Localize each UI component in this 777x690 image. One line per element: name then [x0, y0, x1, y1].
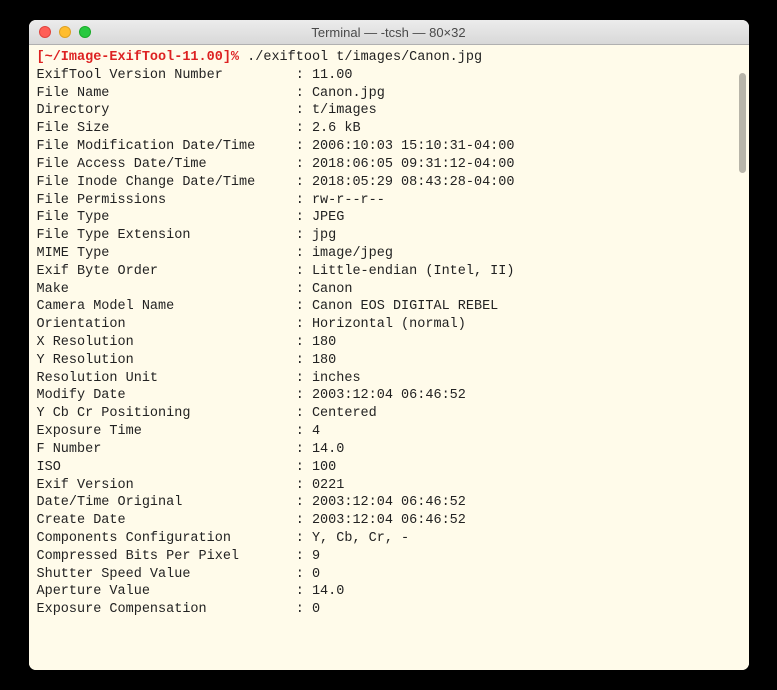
output-row: File Type Extension : jpg	[37, 227, 741, 245]
output-row: File Size : 2.6 kB	[37, 120, 741, 138]
terminal-body[interactable]: [~/Image-ExifTool-11.00]% ./exiftool t/i…	[29, 45, 749, 670]
output-row: File Type : JPEG	[37, 209, 741, 227]
maximize-icon[interactable]	[79, 26, 91, 38]
output-row: Make : Canon	[37, 281, 741, 299]
output-row: Date/Time Original : 2003:12:04 06:46:52	[37, 494, 741, 512]
terminal-output: ExifTool Version Number : 11.00File Name…	[37, 67, 741, 619]
output-row: Shutter Speed Value : 0	[37, 566, 741, 584]
output-row: Components Configuration : Y, Cb, Cr, -	[37, 530, 741, 548]
output-row: File Name : Canon.jpg	[37, 85, 741, 103]
prompt-path: [~/Image-ExifTool-11.00]%	[37, 50, 240, 65]
terminal-window: Terminal — -tcsh — 80×32 [~/Image-ExifTo…	[29, 20, 749, 670]
output-row: File Permissions : rw-r--r--	[37, 192, 741, 210]
output-row: File Inode Change Date/Time : 2018:05:29…	[37, 174, 741, 192]
output-row: Exif Byte Order : Little-endian (Intel, …	[37, 263, 741, 281]
prompt-line: [~/Image-ExifTool-11.00]% ./exiftool t/i…	[37, 49, 741, 67]
output-row: Orientation : Horizontal (normal)	[37, 316, 741, 334]
output-row: Compressed Bits Per Pixel : 9	[37, 548, 741, 566]
scrollbar[interactable]	[739, 73, 746, 173]
output-row: Exif Version : 0221	[37, 477, 741, 495]
output-row: ISO : 100	[37, 459, 741, 477]
traffic-lights	[29, 26, 91, 38]
output-row: File Modification Date/Time : 2006:10:03…	[37, 138, 741, 156]
output-row: Modify Date : 2003:12:04 06:46:52	[37, 387, 741, 405]
output-row: Create Date : 2003:12:04 06:46:52	[37, 512, 741, 530]
output-row: Y Cb Cr Positioning : Centered	[37, 405, 741, 423]
output-row: Exposure Time : 4	[37, 423, 741, 441]
output-row: ExifTool Version Number : 11.00	[37, 67, 741, 85]
titlebar: Terminal — -tcsh — 80×32	[29, 20, 749, 45]
output-row: X Resolution : 180	[37, 334, 741, 352]
output-row: Camera Model Name : Canon EOS DIGITAL RE…	[37, 298, 741, 316]
output-row: Directory : t/images	[37, 102, 741, 120]
minimize-icon[interactable]	[59, 26, 71, 38]
close-icon[interactable]	[39, 26, 51, 38]
output-row: Y Resolution : 180	[37, 352, 741, 370]
output-row: MIME Type : image/jpeg	[37, 245, 741, 263]
output-row: Resolution Unit : inches	[37, 370, 741, 388]
output-row: Exposure Compensation : 0	[37, 601, 741, 619]
output-row: Aperture Value : 14.0	[37, 583, 741, 601]
output-row: F Number : 14.0	[37, 441, 741, 459]
window-title: Terminal — -tcsh — 80×32	[29, 25, 749, 40]
output-row: File Access Date/Time : 2018:06:05 09:31…	[37, 156, 741, 174]
prompt-command: ./exiftool t/images/Canon.jpg	[239, 50, 482, 65]
